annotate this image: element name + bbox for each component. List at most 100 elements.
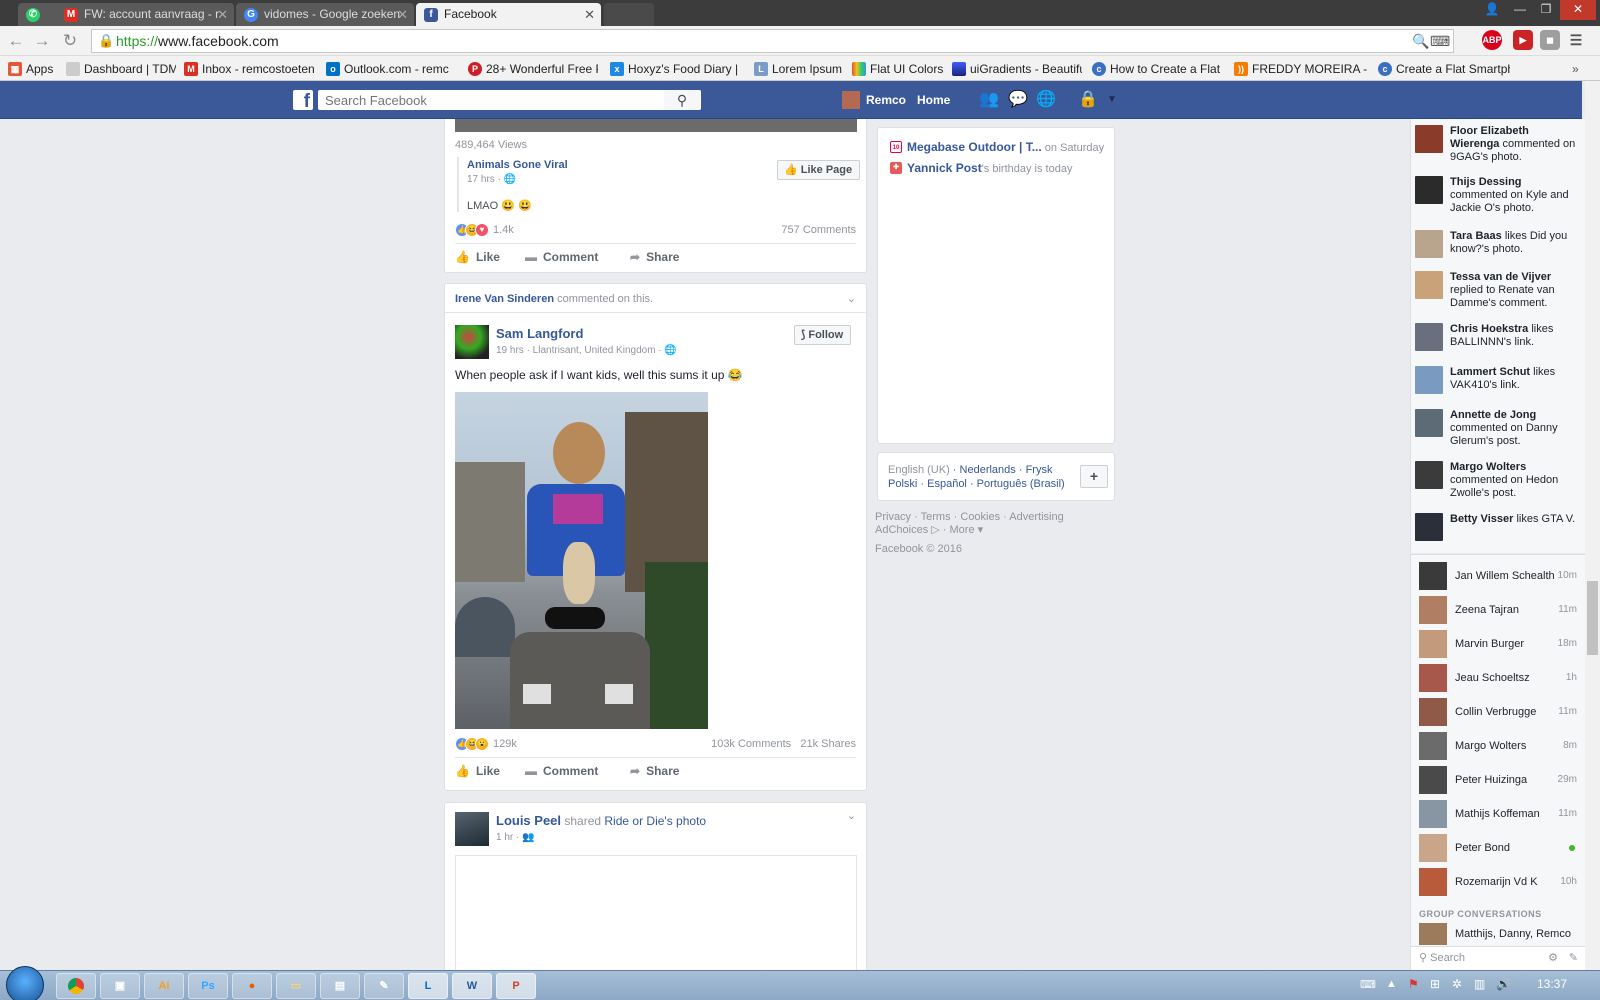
bookmark-item[interactable]: c How to Create a Flat (1092, 60, 1224, 78)
tab-google[interactable]: G vidomes - Google zoeken ✕ (236, 3, 414, 26)
messages-icon[interactable]: 💬 (1008, 91, 1028, 109)
facebook-logo-icon[interactable]: f (293, 90, 313, 112)
profile-link[interactable]: Remco (842, 89, 906, 111)
chevron-down-icon[interactable]: ⌄ (847, 809, 856, 822)
language-link[interactable]: Polski (888, 478, 917, 490)
footer-link[interactable]: Advertising (1009, 511, 1063, 523)
comments-count[interactable]: 757 Comments (781, 224, 856, 236)
bookmark-apps[interactable]: ▦ Apps (8, 60, 58, 78)
avatar[interactable] (455, 325, 489, 359)
group-conversation[interactable]: Matthijs, Danny, Remco (1419, 923, 1579, 945)
youtube-extension-icon[interactable]: ▶ (1513, 30, 1533, 50)
media-icon[interactable]: ▣ (100, 973, 140, 999)
language-link[interactable]: Português (Brasil) (977, 478, 1065, 490)
adblock-plus-icon[interactable]: ABP (1482, 30, 1502, 50)
bookmark-star-icon[interactable]: ☆ (1434, 33, 1447, 50)
ticker-item[interactable]: Tara Baas likes Did you know?'s photo. (1415, 230, 1580, 258)
chat-contact[interactable]: Jan Willem Schealth 10m (1419, 562, 1579, 590)
tray-expand-icon[interactable]: ▲ (1386, 978, 1397, 990)
reactions-summary[interactable]: 👍😆😮 129k (455, 736, 517, 752)
action-center-icon[interactable]: ⚑ (1408, 977, 1419, 991)
restore-icon[interactable]: ❐ (1532, 0, 1560, 20)
chat-contact[interactable]: Rozemarijn Vd K 10h (1419, 868, 1579, 896)
share-button[interactable]: ➦ Share (630, 250, 679, 264)
birthday-item[interactable]: ✚ Yannick Post's birthday is today (890, 161, 1072, 176)
page-link[interactable]: Ride or Die (604, 814, 664, 828)
like-button[interactable]: 👍 Like (455, 764, 500, 778)
chevron-down-icon[interactable]: ⌄ (847, 292, 856, 305)
reload-icon[interactable]: ↻ (60, 31, 80, 51)
chat-search-input[interactable]: ⚲ Search ⚙ ✎ (1411, 946, 1586, 970)
bookmark-item[interactable]: Dashboard | TDM (66, 60, 176, 78)
windows-icon[interactable]: ⊞ (1430, 977, 1440, 991)
friend-requests-icon[interactable]: 👥 (979, 91, 999, 109)
scrollbar-thumb[interactable] (1587, 581, 1598, 655)
shares-count[interactable]: 21k Shares (800, 738, 856, 750)
footer-link[interactable]: AdChoices (875, 524, 928, 536)
shared-photo[interactable] (455, 855, 857, 975)
ticker-item[interactable]: Annette de Jong commented on Danny Gleru… (1415, 409, 1580, 448)
tab-facebook[interactable]: f Facebook ✕ (416, 3, 601, 26)
reactions-summary[interactable]: 👍😆 ♥ 1.4k (455, 222, 514, 238)
settings-gear-icon[interactable]: ⚙ (1548, 947, 1558, 969)
bookmark-item[interactable]: L Lorem Ipsum (754, 60, 849, 78)
user-profile-icon[interactable]: 👤 (1478, 0, 1506, 20)
page-scrollbar[interactable] (1585, 81, 1600, 970)
address-bar[interactable]: 🔒 https://www.facebook.com 🔍 ⌨ ☆ (91, 29, 1454, 53)
like-page-button[interactable]: 👍 Like Page (777, 160, 861, 180)
close-window-icon[interactable]: ✕ (1560, 0, 1596, 20)
chat-contact[interactable]: Jeau Schoeltsz 1h (1419, 664, 1579, 692)
bookmark-item[interactable]: c Create a Flat Smartph (1378, 60, 1510, 78)
notifications-icon[interactable]: 🌐 (1036, 91, 1056, 109)
privacy-shortcuts-icon[interactable]: 🔒 (1078, 91, 1098, 109)
bookmark-item[interactable]: o Outlook.com - remc (326, 60, 456, 78)
author-name[interactable]: Sam Langford (496, 326, 583, 341)
ticker-item[interactable]: Tessa van de Vijver replied to Renate va… (1415, 271, 1580, 310)
comment-button[interactable]: ▬ Comment (525, 764, 598, 778)
firefox-icon[interactable]: ● (232, 973, 272, 999)
volume-icon[interactable]: 🔊 (1496, 977, 1511, 991)
illustrator-icon[interactable]: Ai (144, 973, 184, 999)
extension-icon[interactable]: ◼ (1540, 30, 1560, 50)
bookmark-item[interactable]: )) FREDDY MOREIRA - N (1234, 60, 1370, 78)
back-icon[interactable]: ← (6, 31, 26, 51)
ticker-item[interactable]: Betty Visser likes GTA V. (1415, 513, 1580, 541)
footer-link[interactable]: Cookies (960, 511, 1000, 523)
ticker-item[interactable]: Thijs Dessing commented on Kyle and Jack… (1415, 176, 1580, 215)
forward-icon[interactable]: → (32, 31, 52, 51)
new-message-icon[interactable]: ✎ (1569, 947, 1578, 969)
close-tab-icon[interactable]: ✕ (584, 3, 595, 26)
bookmarks-overflow-icon[interactable]: » (1572, 60, 1592, 78)
new-tab-button[interactable] (604, 3, 654, 26)
ticker-item[interactable]: Margo Wolters commented on Hedon Zwolle'… (1415, 461, 1580, 500)
event-item[interactable]: 10 Megabase Outdoor | T... on Saturday (890, 140, 1104, 155)
zoom-search-icon[interactable]: 🔍 (1412, 33, 1429, 50)
powerpoint-icon[interactable]: P (496, 973, 536, 999)
paint-icon[interactable]: ✎ (364, 973, 404, 999)
story-actor[interactable]: Irene Van Sinderen (455, 293, 554, 305)
chat-contact[interactable]: Margo Wolters 8m (1419, 732, 1579, 760)
settings-icon[interactable]: ✲ (1452, 977, 1462, 991)
language-link[interactable]: Frysk (1026, 464, 1053, 476)
language-link[interactable]: Español (927, 478, 967, 490)
keyboard-icon[interactable]: ⌨ (1360, 978, 1376, 991)
chat-contact[interactable]: Zeena Tajran 11m (1419, 596, 1579, 624)
page-name[interactable]: Animals Gone Viral (467, 159, 568, 171)
follow-button[interactable]: ⟆ Follow (794, 325, 852, 345)
tab-gmail[interactable]: M FW: account aanvraag - r ✕ (56, 3, 234, 26)
lync-icon[interactable]: L (408, 973, 448, 999)
account-menu-icon[interactable]: ▼ (1102, 91, 1122, 109)
photoshop-icon[interactable]: Ps (188, 973, 228, 999)
language-link[interactable]: Nederlands (960, 464, 1016, 476)
minimize-icon[interactable]: — (1506, 0, 1534, 20)
menu-icon[interactable]: ☰ (1566, 30, 1586, 50)
search-input[interactable] (318, 90, 701, 110)
ticker-item[interactable]: Chris Hoekstra likes BALLINNN's link. (1415, 323, 1580, 351)
chat-contact[interactable]: Peter Bond (1419, 834, 1579, 862)
ticker-item[interactable]: Floor Elizabeth Wierenga commented on 9G… (1415, 125, 1580, 164)
footer-link[interactable]: Privacy (875, 511, 911, 523)
chat-contact[interactable]: Collin Verbrugge 11m (1419, 698, 1579, 726)
like-button[interactable]: 👍 Like (455, 250, 500, 264)
chat-contact[interactable]: Peter Huizinga 29m (1419, 766, 1579, 794)
bookmark-item[interactable]: uiGradients - Beautifu (952, 60, 1082, 78)
